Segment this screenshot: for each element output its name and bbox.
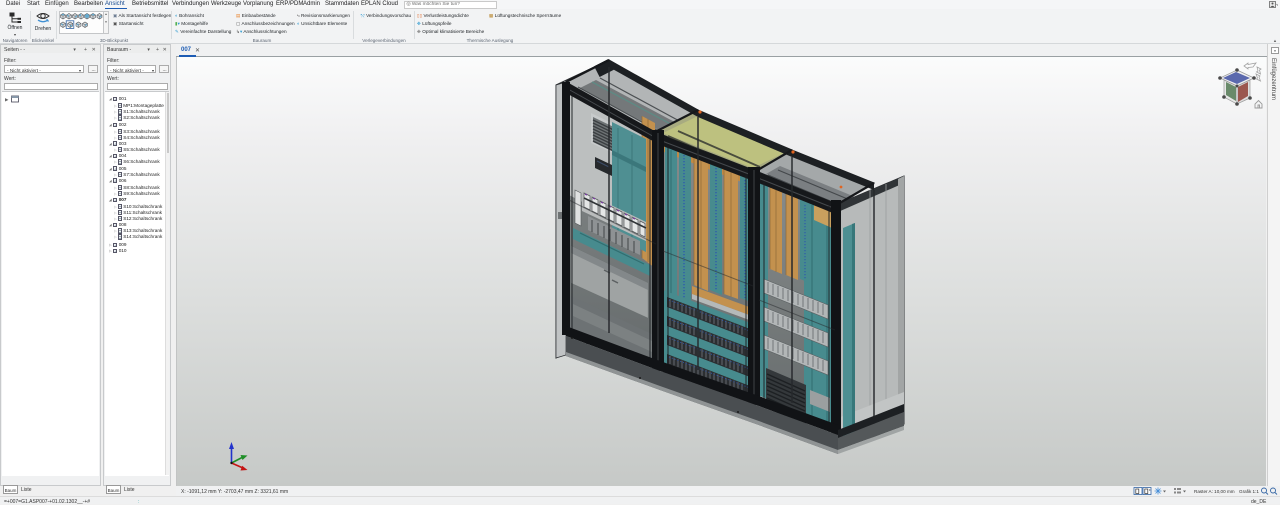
svg-text:Raster A: 10,00 mm: Raster A: 10,00 mm <box>1194 489 1235 494</box>
svg-text:Grafik 1:1: Grafik 1:1 <box>1239 489 1259 494</box>
